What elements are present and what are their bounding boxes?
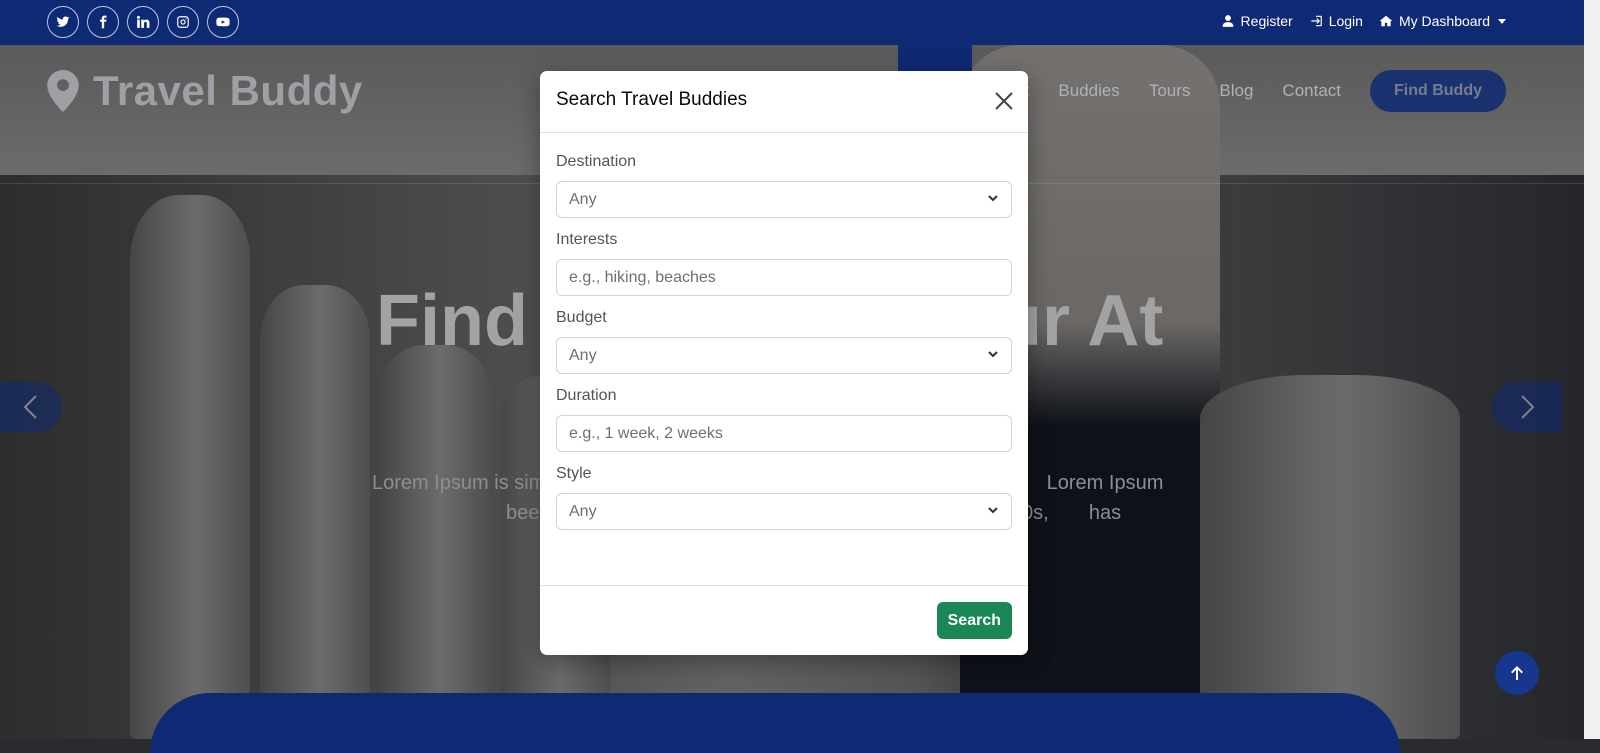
carousel-next-button[interactable]: [1492, 382, 1562, 432]
duration-input-wrapper: [556, 415, 1012, 452]
search-band: [150, 693, 1400, 753]
chevron-left-icon: [23, 395, 37, 419]
nav-item-blog[interactable]: Blog: [1219, 81, 1253, 101]
close-button[interactable]: [994, 91, 1014, 111]
user-icon: [1222, 15, 1233, 27]
budget-field: Budget Any: [556, 309, 1012, 374]
interests-input[interactable]: [569, 268, 999, 287]
sign-in-icon: [1311, 15, 1322, 27]
interests-label: Interests: [556, 231, 618, 248]
carousel-prev-button[interactable]: [0, 382, 62, 432]
nav-item-contact[interactable]: Contact: [1282, 81, 1341, 101]
budget-select[interactable]: Any: [556, 337, 1012, 374]
close-icon: [995, 92, 1013, 110]
modal-footer: Search: [540, 585, 1028, 656]
chevron-down-icon: [987, 191, 999, 209]
social-links: [47, 6, 239, 38]
interests-field: Interests: [556, 231, 1012, 296]
back-to-top-button[interactable]: [1495, 651, 1539, 695]
duration-input[interactable]: [569, 424, 999, 443]
budget-value: Any: [569, 346, 597, 364]
login-link[interactable]: Login: [1309, 13, 1363, 29]
modal-title: Search Travel Buddies: [556, 89, 748, 110]
logo-text: Travel Buddy: [93, 67, 363, 114]
map-marker-icon: [47, 70, 79, 112]
twitter-icon[interactable]: [47, 6, 79, 38]
nav-item-tours[interactable]: Tours: [1149, 81, 1191, 101]
modal-header: Search Travel Buddies: [540, 71, 1028, 133]
destination-select[interactable]: Any: [556, 181, 1012, 218]
facebook-icon[interactable]: [87, 6, 119, 38]
main-nav: t Buddies Tours Blog Contact Find Buddy: [1025, 70, 1506, 112]
search-modal: Search Travel Buddies Destination Any In…: [540, 71, 1028, 655]
style-field: Style Any: [556, 465, 1012, 530]
top-bar: Register Login My Dashboard: [0, 0, 1584, 45]
home-icon: [1379, 15, 1393, 27]
arrow-up-icon: [1511, 666, 1523, 680]
linkedin-icon[interactable]: [127, 6, 159, 38]
hero-text-line1-left: Lorem Ipsum is sim: [372, 472, 546, 494]
budget-label: Budget: [556, 309, 607, 326]
chevron-right-icon: [1521, 395, 1535, 419]
chevron-down-icon: [987, 503, 999, 521]
duration-field: Duration: [556, 387, 1012, 452]
style-label: Style: [556, 465, 592, 482]
register-link[interactable]: Register: [1221, 13, 1293, 29]
style-select[interactable]: Any: [556, 493, 1012, 530]
duration-label: Duration: [556, 387, 617, 404]
instagram-icon[interactable]: [167, 6, 199, 38]
site-logo[interactable]: Travel Buddy: [47, 67, 363, 115]
hero-text-line2-left: bee: [506, 502, 540, 524]
interests-input-wrapper: [556, 259, 1012, 296]
find-buddy-button[interactable]: Find Buddy: [1370, 70, 1506, 112]
destination-value: Any: [569, 190, 597, 208]
register-label: Register: [1240, 13, 1293, 29]
youtube-icon[interactable]: [207, 6, 239, 38]
login-label: Login: [1328, 13, 1363, 29]
dashboard-dropdown[interactable]: My Dashboard: [1379, 13, 1506, 29]
page-scrollbar[interactable]: [1584, 0, 1600, 739]
destination-label: Destination: [556, 153, 637, 170]
account-links: Register Login My Dashboard: [1221, 13, 1506, 29]
dashboard-label: My Dashboard: [1398, 13, 1490, 29]
caret-down-icon: [1498, 18, 1506, 24]
destination-field: Destination Any: [556, 153, 1012, 218]
style-value: Any: [569, 502, 597, 520]
nav-item-buddies[interactable]: Buddies: [1058, 81, 1119, 101]
modal-body: Destination Any Interests Budget Any Dur…: [540, 133, 1028, 530]
chevron-down-icon: [987, 347, 999, 365]
search-button[interactable]: Search: [936, 602, 1012, 639]
